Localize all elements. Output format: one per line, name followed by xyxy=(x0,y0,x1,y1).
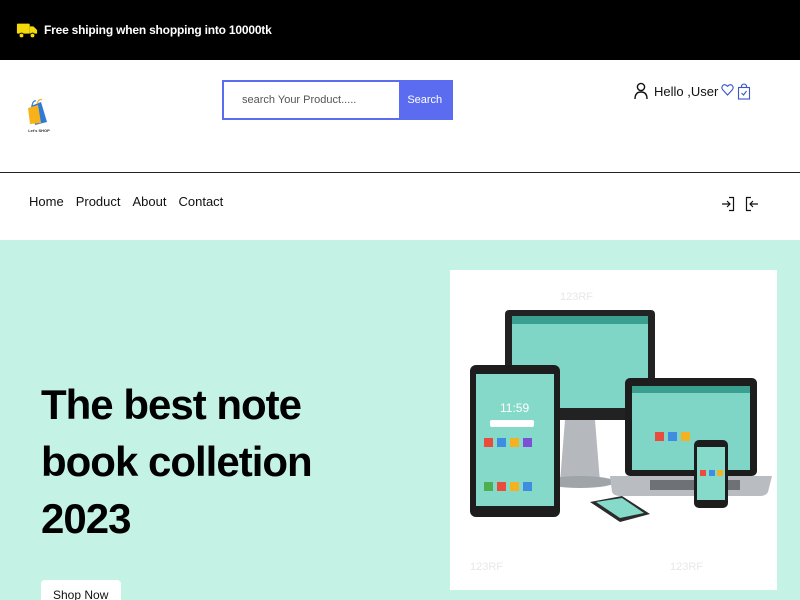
svg-text:123RF: 123RF xyxy=(670,561,703,573)
search-bar: Search xyxy=(222,80,453,120)
main-nav: Home Product About Contact xyxy=(0,174,800,240)
logo-caption: Let's SHOP xyxy=(28,128,50,133)
hero-section: The best note book colletion 2023 Shop N… xyxy=(0,240,800,600)
shopping-bags-logo-icon xyxy=(28,98,47,125)
shop-now-label: Shop Now xyxy=(53,588,109,600)
svg-text:123RF: 123RF xyxy=(470,561,503,573)
user-greeting: Hello ,User xyxy=(654,83,719,99)
promo-text: Free shiping when shopping into 10000tk xyxy=(44,23,272,37)
search-input[interactable] xyxy=(224,82,399,118)
svg-text:11:59: 11:59 xyxy=(500,401,529,415)
nav-item-about[interactable]: About xyxy=(133,194,167,209)
promo-bar: Free shiping when shopping into 10000tk xyxy=(0,0,800,60)
user-account[interactable]: Hello ,User xyxy=(634,82,718,100)
shopping-bag-icon[interactable] xyxy=(737,82,751,100)
heart-icon[interactable] xyxy=(721,83,734,97)
logout-icon[interactable] xyxy=(745,196,759,212)
site-header: Let's SHOP Search Hello ,User xyxy=(0,60,800,173)
shop-now-button[interactable]: Shop Now → xyxy=(41,580,121,600)
nav-menu: Home Product About Contact xyxy=(29,194,235,209)
hero-product-image: 11:59 123RF 123RF 123RF xyxy=(450,270,777,590)
hero-title: The best note book colletion 2023 xyxy=(41,381,313,542)
search-button[interactable]: Search xyxy=(398,82,451,118)
nav-item-contact[interactable]: Contact xyxy=(178,194,223,209)
svg-text:123RF: 123RF xyxy=(560,291,593,303)
user-icon xyxy=(634,82,648,100)
devices-illustration: 11:59 123RF 123RF 123RF xyxy=(470,291,772,573)
site-logo[interactable]: Let's SHOP xyxy=(25,96,51,136)
nav-item-product[interactable]: Product xyxy=(76,194,121,209)
login-icon[interactable] xyxy=(721,196,735,212)
truck-icon xyxy=(16,23,38,39)
nav-item-home[interactable]: Home xyxy=(29,194,64,209)
